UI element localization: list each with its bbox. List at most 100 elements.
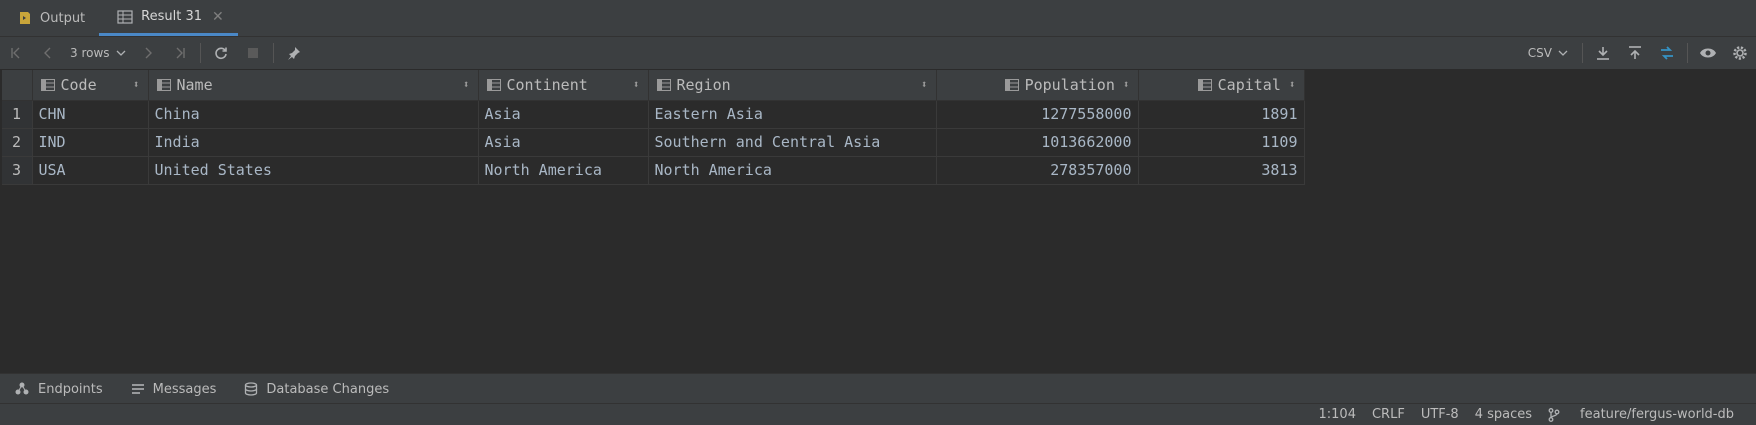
toolbar-separator [272,43,274,63]
column-icon [156,78,171,91]
settings-button[interactable] [1724,39,1756,67]
column-header-continent[interactable]: Continent ⬍ [478,70,649,101]
column-header-population[interactable]: Population ⬍ [936,70,1139,101]
column-icon [1004,78,1019,91]
table-cell[interactable]: 278357000 [936,156,1139,185]
column-header-region[interactable]: Region ⬍ [648,70,937,101]
toolbar-separator [1582,43,1583,63]
tab-messages-label: Messages [152,381,217,397]
table-cell[interactable]: China [148,100,479,129]
view-options-button[interactable] [1692,39,1724,67]
table-row[interactable]: 1 CHN China Asia Eastern Asia 1277558000… [2,100,1305,129]
column-header-code[interactable]: Code ⬍ [32,70,149,101]
download-button[interactable] [1587,39,1619,67]
previous-page-button[interactable] [32,39,64,67]
tab-endpoints[interactable]: Endpoints [0,382,117,397]
sort-icon[interactable]: ⬍ [1123,78,1130,91]
tab-result[interactable]: Result 31 ✕ [99,0,238,36]
close-icon[interactable]: ✕ [212,9,224,25]
database-changes-icon [245,382,258,396]
page-size-select[interactable]: 3 rows [64,46,132,60]
first-page-button[interactable] [0,39,32,67]
tab-database-changes[interactable]: Database Changes [230,382,403,397]
compare-button[interactable] [1651,39,1683,67]
result-grid: Code ⬍ Name ⬍ Continent ⬍ Region ⬍ Populatio… [2,70,1305,185]
file-encoding[interactable]: UTF-8 [1421,407,1459,422]
line-ending[interactable]: CRLF [1372,407,1405,422]
table-cell[interactable]: Eastern Asia [648,100,937,129]
column-label: Region [676,75,731,94]
stop-icon [247,48,258,58]
refresh-button[interactable] [205,39,237,67]
sort-icon[interactable]: ⬍ [1289,78,1296,91]
upload-button[interactable] [1619,39,1651,67]
column-label: Continent [506,75,588,94]
table-cell[interactable]: North America [478,156,649,185]
sort-icon[interactable]: ⬍ [921,78,928,91]
table-cell[interactable]: 3813 [1138,156,1305,185]
indent-setting[interactable]: 4 spaces [1475,407,1532,422]
column-header-name[interactable]: Name ⬍ [148,70,479,101]
row-number: 1 [2,100,33,129]
last-page-icon [176,47,185,59]
next-page-button[interactable] [132,39,164,67]
column-icon [1197,78,1212,91]
column-label: Capital [1217,75,1281,94]
result-grid-area: Code ⬍ Name ⬍ Continent ⬍ Region ⬍ Populatio… [0,70,1756,370]
table-cell[interactable]: CHN [32,100,149,129]
messages-icon [131,384,144,394]
tab-output[interactable]: Output [0,0,99,36]
table-cell[interactable]: IND [32,128,149,157]
column-label: Name [176,75,213,94]
result-tabbar: Output Result 31 ✕ [0,0,1756,37]
table-cell[interactable]: 1891 [1138,100,1305,129]
git-branch-widget[interactable]: feature/fergus-world-db [1548,407,1734,422]
sort-icon[interactable]: ⬍ [133,78,140,91]
export-format-label: CSV [1527,46,1552,60]
table-cell[interactable]: United States [148,156,479,185]
table-cell[interactable]: Asia [478,100,649,129]
table-cell[interactable]: North America [648,156,937,185]
row-number: 3 [2,156,33,185]
table-cell[interactable]: 1277558000 [936,100,1139,129]
column-icon [40,78,55,91]
table-cell[interactable]: 1109 [1138,128,1305,157]
row-number-header [2,70,33,101]
first-page-icon [11,47,20,59]
stop-button[interactable] [237,39,269,67]
sort-icon[interactable]: ⬍ [633,78,640,91]
table-cell[interactable]: 1013662000 [936,128,1139,157]
column-icon [656,78,671,91]
table-cell[interactable]: Asia [478,128,649,157]
output-icon [18,11,32,25]
result-toolbar: 3 rows CSV [0,37,1756,70]
status-bar: 1:104 CRLF UTF-8 4 spaces feature/fergus… [0,403,1756,425]
sort-icon[interactable]: ⬍ [463,78,470,91]
git-branch-label: feature/fergus-world-db [1580,407,1734,422]
endpoints-icon [15,382,29,395]
column-label: Population [1024,75,1115,94]
caret-position[interactable]: 1:104 [1319,407,1356,422]
export-format-select[interactable]: CSV [1518,46,1578,60]
column-icon [486,78,501,91]
chevron-down-icon [1558,50,1568,56]
column-header-capital[interactable]: Capital ⬍ [1138,70,1305,101]
tab-endpoints-label: Endpoints [38,381,103,397]
rows-count-label: 3 rows [70,46,110,60]
tab-messages[interactable]: Messages [117,382,231,397]
tab-result-label: Result 31 [141,9,203,24]
last-page-button[interactable] [164,39,196,67]
bottom-tool-tabs: Endpoints Messages Database Changes [0,373,1756,404]
chevron-left-icon [44,47,51,59]
table-cell[interactable]: Southern and Central Asia [648,128,937,157]
table-cell[interactable]: USA [32,156,149,185]
pin-tab-button[interactable] [278,39,310,67]
upload-icon [1629,46,1641,59]
table-icon [117,9,133,24]
chevron-down-icon [116,50,125,56]
table-row[interactable]: 2 IND India Asia Southern and Central As… [2,128,1305,157]
table-row[interactable]: 3 USA United States North America North … [2,156,1305,185]
gear-icon [1733,46,1747,60]
table-cell[interactable]: India [148,128,479,157]
compare-icon [1661,46,1673,60]
